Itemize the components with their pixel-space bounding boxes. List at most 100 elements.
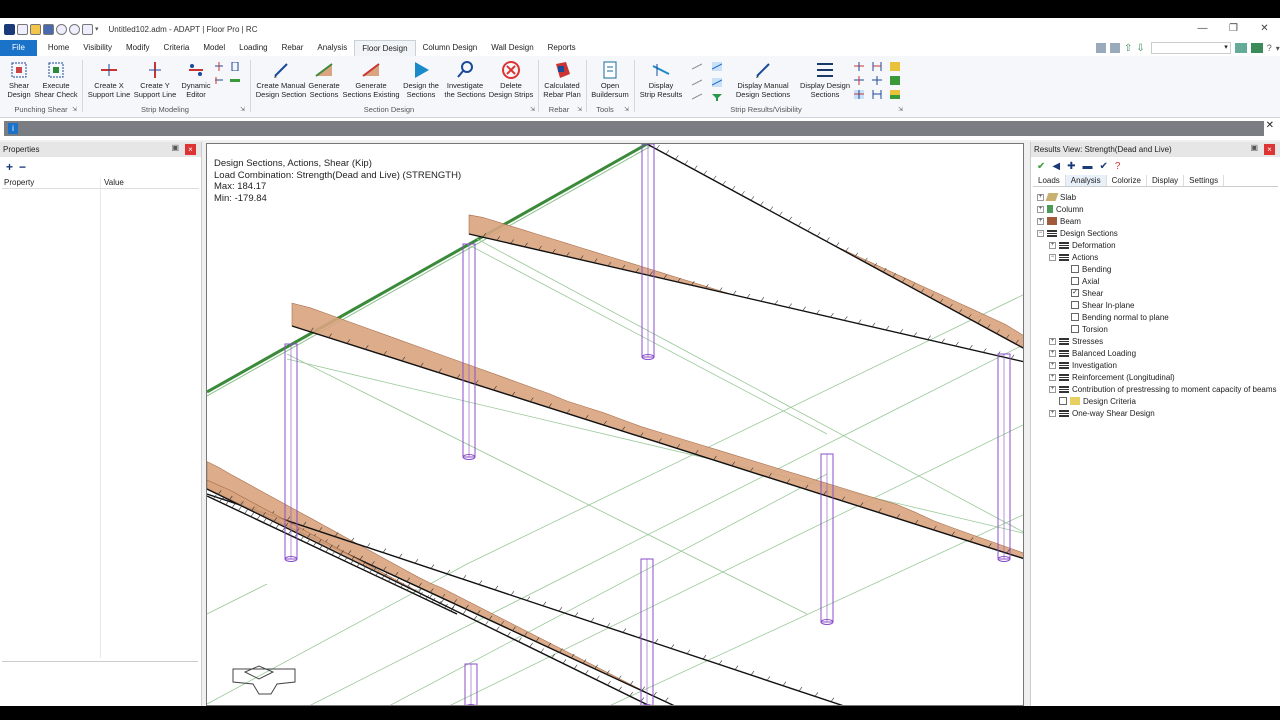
tab-model[interactable]: Model (196, 40, 232, 56)
split-strip-icon[interactable] (214, 62, 224, 71)
remove-icon[interactable]: − (19, 160, 26, 174)
help-icon[interactable]: ? (1267, 43, 1272, 53)
minimize-button[interactable]: — (1187, 18, 1218, 40)
display-strip-results-button[interactable]: Display Strip Results (638, 60, 684, 99)
design-the-sections-button[interactable]: Design the Sections (400, 60, 442, 99)
tab-loading[interactable]: Loading (232, 40, 274, 56)
checkbox[interactable] (1059, 397, 1067, 405)
tab-loads[interactable]: Loads (1033, 175, 1066, 186)
help-dropdown-icon[interactable]: ▾ (1276, 44, 1280, 53)
back-icon[interactable]: ◀ (1052, 161, 1060, 172)
tab-rebar[interactable]: Rebar (275, 40, 311, 56)
help-icon[interactable]: ? (1115, 161, 1121, 172)
color-legend-icon[interactable] (890, 62, 900, 71)
diagram-filter-icon[interactable] (712, 92, 722, 101)
expand-icon[interactable]: + (1037, 193, 1044, 201)
group-launcher-icon[interactable]: ⇲ (72, 106, 77, 113)
tab-modify[interactable]: Modify (119, 40, 157, 56)
expand-icon[interactable]: + (1037, 205, 1044, 213)
tab-reports[interactable]: Reports (541, 40, 583, 56)
tab-wall-design[interactable]: Wall Design (484, 40, 540, 56)
stress-diagram-icon[interactable] (692, 78, 702, 87)
group-launcher-icon[interactable]: ⇲ (530, 106, 535, 113)
tree-item[interactable]: + Slab (1037, 191, 1076, 203)
expand-icon[interactable]: + (1049, 349, 1056, 357)
shear-diagram-icon[interactable] (712, 62, 722, 71)
calculated-rebar-plan-button[interactable]: Calculated Rebar Plan (542, 60, 582, 99)
tree-item[interactable]: Torsion (1061, 323, 1108, 335)
group-launcher-icon[interactable]: ⇲ (898, 106, 903, 113)
tab-analysis[interactable]: Analysis (310, 40, 354, 56)
checkbox[interactable] (1071, 301, 1079, 309)
expand-icon[interactable]: + (1049, 385, 1056, 393)
tributary-icon[interactable] (872, 76, 882, 85)
save-icon[interactable] (43, 23, 54, 35)
add-icon[interactable]: + (6, 160, 13, 174)
generate-sections-button[interactable]: Generate Sections (306, 60, 342, 99)
tree-item[interactable]: Bending (1061, 263, 1111, 275)
remove-icon[interactable]: ▬ (1082, 161, 1092, 172)
tab-floor-design[interactable]: Floor Design (354, 40, 416, 56)
strip-width-icon[interactable] (230, 76, 240, 85)
extents-icon[interactable] (854, 90, 864, 99)
merge-strip-icon[interactable] (214, 76, 224, 85)
tree-item[interactable]: − Design Sections (1037, 227, 1118, 239)
pin-icon[interactable]: ▣ (171, 143, 179, 152)
tab-analysis[interactable]: Analysis (1065, 175, 1107, 186)
tab-visibility[interactable]: Visibility (76, 40, 119, 56)
shear-design-button[interactable]: Shear Design (4, 60, 34, 99)
checkbox[interactable] (1071, 325, 1079, 333)
view-selector-dropdown[interactable]: ▾ (1150, 42, 1231, 54)
execute-shear-check-button[interactable]: Execute Shear Check (34, 60, 78, 99)
checkbox[interactable]: ✓ (1071, 289, 1079, 297)
model-viewport[interactable]: Design Sections, Actions, Shear (Kip) Lo… (206, 143, 1024, 706)
tree-item[interactable]: + Contribution of prestressing to moment … (1049, 383, 1277, 395)
add-icon[interactable]: ✚ (1067, 161, 1075, 172)
tab-column-design[interactable]: Column Design (416, 40, 485, 56)
create-manual-design-section-button[interactable]: Create Manual Design Section (254, 60, 308, 99)
tree-item[interactable]: Axial (1061, 275, 1099, 287)
results-legend-icon[interactable] (890, 90, 900, 99)
tree-item[interactable]: Bending normal to plane (1061, 311, 1169, 323)
layers-icon[interactable] (1096, 43, 1106, 53)
tab-colorize[interactable]: Colorize (1107, 175, 1147, 186)
model-drawing[interactable] (207, 144, 1024, 706)
create-y-support-line-button[interactable]: Create Y Support Line (132, 60, 178, 99)
tab-home[interactable]: Home (41, 40, 76, 56)
tree-item[interactable]: + Balanced Loading (1049, 347, 1136, 359)
tree-item[interactable]: Design Criteria (1049, 395, 1136, 407)
moment-diagram-icon[interactable] (692, 62, 702, 71)
arrow-up-icon[interactable]: ⇧ (1124, 43, 1132, 54)
tree-item[interactable]: + Beam (1037, 215, 1081, 227)
support-y-icon[interactable] (854, 76, 864, 85)
close-panel-icon[interactable]: × (185, 144, 196, 155)
pin-icon[interactable]: ▣ (1250, 143, 1258, 152)
create-x-support-line-button[interactable]: Create X Support Line (86, 60, 132, 99)
delete-design-strips-button[interactable]: Delete Design Strips (488, 60, 534, 99)
open-buildersum-button[interactable]: Open Buildersum (590, 60, 630, 99)
redo-icon[interactable] (69, 23, 80, 35)
tree-item[interactable]: + One-way Shear Design (1049, 407, 1155, 419)
tab-file[interactable]: File (0, 40, 37, 56)
expand-icon[interactable]: + (1049, 409, 1056, 417)
solid-view-icon[interactable] (1250, 43, 1263, 53)
expand-icon[interactable]: + (1037, 217, 1044, 225)
tree-item[interactable]: Shear In-plane (1061, 299, 1134, 311)
collapse-icon[interactable]: − (1049, 253, 1056, 261)
investigate-the-sections-button[interactable]: Investigate the Sections (442, 60, 488, 99)
generate-sections-existing-button[interactable]: Generate Sections Existing (342, 60, 400, 99)
tab-settings[interactable]: Settings (1184, 175, 1225, 186)
close-panel-icon[interactable]: × (1264, 144, 1275, 155)
print-icon[interactable] (82, 23, 93, 35)
tab-criteria[interactable]: Criteria (157, 40, 197, 56)
new-file-icon[interactable] (17, 23, 28, 35)
tab-display[interactable]: Display (1147, 175, 1185, 186)
customize-dropdown-icon[interactable]: ▾ (95, 25, 99, 33)
render-icon[interactable] (1234, 43, 1247, 53)
check-all-icon[interactable]: ✔ (1099, 161, 1107, 172)
checkbox[interactable] (1071, 265, 1079, 273)
stack-icon[interactable] (1110, 43, 1120, 53)
span-length-icon[interactable] (872, 62, 882, 71)
tree-item[interactable]: ✓ Shear (1061, 287, 1103, 299)
group-launcher-icon[interactable]: ⇲ (240, 106, 245, 113)
